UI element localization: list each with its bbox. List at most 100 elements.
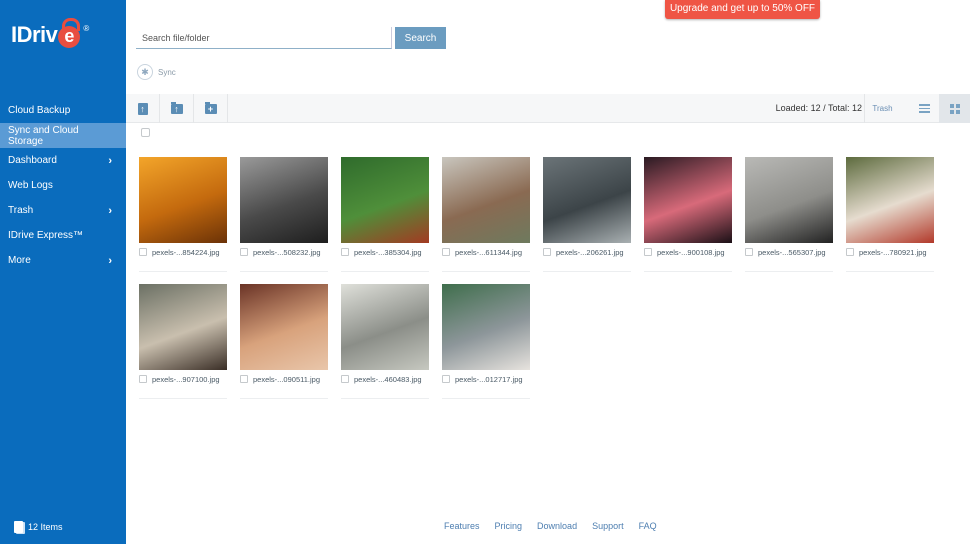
- file-tile[interactable]: pexels-...611344.jpg: [442, 157, 530, 272]
- breadcrumb-sync[interactable]: Sync: [158, 68, 176, 77]
- logo-text: IDriv: [11, 22, 58, 47]
- file-thumbnail[interactable]: [846, 157, 934, 243]
- file-tile[interactable]: pexels-...508232.jpg: [240, 157, 328, 272]
- upload-folder-button[interactable]: ↑: [160, 94, 194, 123]
- upload-file-button[interactable]: ↑: [126, 94, 160, 123]
- file-checkbox[interactable]: [846, 248, 854, 256]
- file-checkbox[interactable]: [341, 248, 349, 256]
- search-input[interactable]: [136, 27, 392, 49]
- file-thumbnail[interactable]: [341, 157, 429, 243]
- footer-link-pricing[interactable]: Pricing: [495, 521, 523, 531]
- list-view-icon-line: [918, 111, 930, 113]
- file-name[interactable]: pexels-...854224.jpg: [152, 248, 220, 257]
- file-name[interactable]: pexels-...900108.jpg: [657, 248, 725, 257]
- file-checkbox[interactable]: [240, 375, 248, 383]
- file-name[interactable]: pexels-...090511.jpg: [253, 375, 320, 384]
- search-button[interactable]: Search: [395, 27, 446, 49]
- file-thumbnail[interactable]: [240, 284, 328, 370]
- sidebar-item-cloud-backup[interactable]: Cloud Backup: [0, 98, 126, 123]
- sidebar-item-trash[interactable]: Trash ›: [0, 198, 126, 223]
- sidebar-item-more[interactable]: More ›: [0, 248, 126, 273]
- chevron-right-icon: ›: [108, 204, 112, 217]
- grid-view-icon-cell: [955, 103, 960, 108]
- file-name-row: pexels-...780921.jpg: [846, 246, 927, 258]
- file-name[interactable]: pexels-...565307.jpg: [758, 248, 826, 257]
- file-thumbnail[interactable]: [442, 284, 530, 370]
- footer-link-faq[interactable]: FAQ: [639, 521, 657, 531]
- file-name-row: pexels-...508232.jpg: [240, 246, 321, 258]
- footer-link-download[interactable]: Download: [537, 521, 577, 531]
- file-name[interactable]: pexels-...385304.jpg: [354, 248, 422, 257]
- trash-link[interactable]: Trash: [864, 94, 900, 123]
- chevron-right-icon: ›: [108, 254, 112, 267]
- file-tile[interactable]: pexels-...385304.jpg: [341, 157, 429, 272]
- sidebar-item-sync-cloud-storage[interactable]: Sync and Cloud Storage: [0, 123, 126, 148]
- new-folder-button[interactable]: +: [194, 94, 228, 123]
- breadcrumb: ✱ Sync: [137, 64, 176, 80]
- file-checkbox[interactable]: [745, 248, 753, 256]
- file-checkbox[interactable]: [341, 375, 349, 383]
- file-name-row: pexels-...385304.jpg: [341, 246, 422, 258]
- grid-view-button[interactable]: [939, 94, 970, 123]
- sidebar-item-label: Dashboard: [8, 155, 57, 166]
- file-checkbox[interactable]: [442, 248, 450, 256]
- file-name-row: pexels-...907100.jpg: [139, 373, 220, 385]
- file-thumbnail[interactable]: [341, 284, 429, 370]
- file-thumbnail[interactable]: [644, 157, 732, 243]
- file-tile[interactable]: pexels-...460483.jpg: [341, 284, 429, 399]
- file-tile[interactable]: pexels-...907100.jpg: [139, 284, 227, 399]
- file-name-row: pexels-...012717.jpg: [442, 373, 523, 385]
- loaded-total-status: Loaded: 12 / Total: 12: [775, 103, 862, 113]
- file-checkbox[interactable]: [240, 248, 248, 256]
- file-toolbar: ↑ ↑ + Loaded: 12 / Total: 12 Trash: [126, 94, 970, 123]
- file-name[interactable]: pexels-...460483.jpg: [354, 375, 422, 384]
- sidebar-nav: Cloud Backup Sync and Cloud Storage Dash…: [0, 98, 126, 273]
- items-count: 12 Items: [14, 521, 63, 533]
- file-checkbox[interactable]: [644, 248, 652, 256]
- file-name[interactable]: pexels-...206261.jpg: [556, 248, 624, 257]
- sidebar-item-label: Sync and Cloud Storage: [8, 124, 79, 147]
- file-checkbox[interactable]: [442, 375, 450, 383]
- registered-mark: ®: [83, 24, 90, 33]
- file-tile[interactable]: pexels-...900108.jpg: [644, 157, 732, 272]
- sync-home-icon[interactable]: ✱: [137, 64, 153, 80]
- file-name-row: pexels-...900108.jpg: [644, 246, 725, 258]
- file-name[interactable]: pexels-...907100.jpg: [152, 375, 220, 384]
- file-name[interactable]: pexels-...611344.jpg: [455, 248, 522, 257]
- items-count-label: 12 Items: [28, 522, 63, 532]
- file-checkbox[interactable]: [543, 248, 551, 256]
- sidebar-item-web-logs[interactable]: Web Logs: [0, 173, 126, 198]
- footer-link-support[interactable]: Support: [592, 521, 624, 531]
- file-checkbox[interactable]: [139, 248, 147, 256]
- file-tile[interactable]: pexels-...090511.jpg: [240, 284, 328, 399]
- chevron-right-icon: ›: [108, 154, 112, 167]
- sidebar-item-label: Cloud Backup: [8, 105, 71, 116]
- file-thumbnail[interactable]: [139, 284, 227, 370]
- list-view-icon-line: [918, 107, 930, 110]
- file-name[interactable]: pexels-...780921.jpg: [859, 248, 927, 257]
- file-thumbnail[interactable]: [543, 157, 631, 243]
- file-tile[interactable]: pexels-...206261.jpg: [543, 157, 631, 272]
- file-thumbnail[interactable]: [745, 157, 833, 243]
- sidebar-item-idrive-express[interactable]: IDrive Express™: [0, 223, 126, 248]
- file-tile[interactable]: pexels-...565307.jpg: [745, 157, 833, 272]
- file-name[interactable]: pexels-...508232.jpg: [253, 248, 321, 257]
- file-name[interactable]: pexels-...012717.jpg: [455, 375, 523, 384]
- idrive-logo[interactable]: IDriv e ®: [11, 18, 90, 50]
- file-checkbox[interactable]: [139, 375, 147, 383]
- file-tile[interactable]: pexels-...012717.jpg: [442, 284, 530, 399]
- new-folder-icon: +: [204, 101, 217, 114]
- upgrade-banner-button[interactable]: Upgrade and get up to 50% OFF: [665, 0, 820, 19]
- file-tile[interactable]: pexels-...780921.jpg: [846, 157, 934, 272]
- footer-link-features[interactable]: Features: [444, 521, 480, 531]
- sidebar-item-dashboard[interactable]: Dashboard ›: [0, 148, 126, 173]
- file-thumbnail[interactable]: [240, 157, 328, 243]
- file-thumbnail[interactable]: [442, 157, 530, 243]
- list-view-button[interactable]: [909, 94, 939, 123]
- file-tile[interactable]: pexels-...854224.jpg: [139, 157, 227, 272]
- select-all-checkbox[interactable]: [141, 128, 150, 137]
- file-thumbnail[interactable]: [139, 157, 227, 243]
- grid-view-icon: [949, 103, 954, 108]
- sidebar-item-label: IDrive Express™: [8, 230, 84, 241]
- file-name-row: pexels-...090511.jpg: [240, 373, 320, 385]
